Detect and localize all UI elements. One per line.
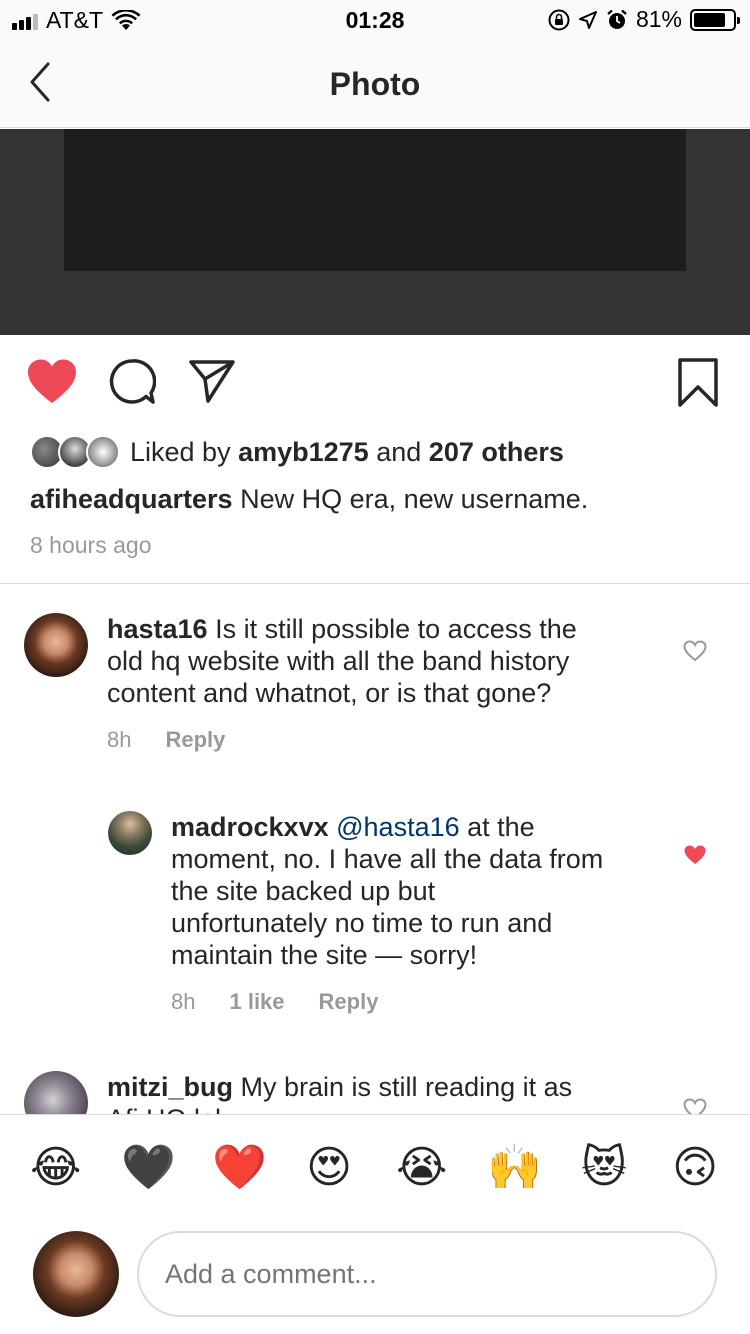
likes-prefix: Liked by — [130, 436, 231, 467]
liker-username[interactable]: amyb1275 — [238, 437, 369, 468]
post-caption: afiheadquarters New HQ era, new username… — [30, 484, 588, 515]
reply-comment-item: madrockxvx @hasta16 at the moment, no. I… — [0, 792, 750, 1042]
emoji-raising-hands-button[interactable]: 🙌 — [487, 1143, 542, 1193]
emoji-upside-down-button[interactable]: 🙃 — [670, 1143, 720, 1193]
comment-text: mitzi_bug My brain is still reading it a… — [107, 1072, 573, 1114]
reply-button[interactable]: Reply — [319, 989, 379, 1015]
location-arrow-icon — [578, 10, 597, 29]
comment-item: hasta16 Is it still possible to access t… — [0, 584, 750, 784]
comment-meta: 8h 1 like Reply — [171, 989, 412, 1015]
comment-likes-link[interactable]: 1 like — [229, 989, 284, 1015]
emoji-quick-bar: 😂 🖤 ❤️ 😍 😭 🙌 😻 🙃 — [0, 1114, 750, 1222]
battery-percent: 81% — [635, 6, 682, 32]
emoji-black-heart-button[interactable]: 🖤 — [121, 1143, 176, 1193]
heart-filled-icon[interactable] — [26, 358, 78, 406]
comment-meta: 8h Reply — [107, 727, 259, 753]
post-photo[interactable] — [0, 129, 750, 335]
caption-username[interactable]: afiheadquarters — [30, 484, 233, 514]
commenter-avatar[interactable] — [24, 1071, 88, 1114]
heart-outline-icon[interactable] — [683, 640, 707, 662]
current-user-avatar — [33, 1231, 119, 1317]
liker-avatars — [30, 432, 120, 472]
comment-username[interactable]: madrockxvx — [171, 812, 329, 842]
post-actions — [0, 352, 750, 416]
alarm-icon — [607, 9, 627, 29]
page-title: Photo — [329, 66, 421, 102]
comment-username[interactable]: hasta16 — [107, 614, 208, 644]
mention-link[interactable]: @hasta16 — [336, 812, 460, 842]
emoji-heart-eyes-cat-button[interactable]: 😻 — [579, 1143, 629, 1193]
comment-item: mitzi_bug My brain is still reading it a… — [0, 1054, 750, 1114]
comment-icon[interactable] — [108, 358, 156, 406]
bookmark-icon[interactable] — [677, 358, 719, 408]
comments-list: hasta16 Is it still possible to access t… — [0, 584, 750, 1114]
comment-time: 8h — [107, 727, 132, 752]
heart-filled-icon[interactable] — [683, 844, 707, 866]
post-timestamp: 8 hours ago — [30, 532, 152, 558]
comment-text: hasta16 Is it still possible to access t… — [107, 614, 577, 708]
emoji-red-heart-button[interactable]: ❤️ — [212, 1143, 267, 1193]
comment-time: 8h — [171, 989, 196, 1014]
comment-text: madrockxvx @hasta16 at the moment, no. I… — [171, 812, 604, 970]
likes-summary[interactable]: Liked by amyb1275 and 207 others — [30, 430, 564, 474]
liker-avatar — [86, 435, 120, 469]
emoji-crying-button[interactable]: 😭 — [396, 1143, 447, 1193]
battery-icon — [690, 8, 740, 31]
caption-text: New HQ era, new username. — [240, 484, 589, 514]
commenter-avatar[interactable] — [24, 613, 88, 677]
status-bar: AT&T 01:28 81% — [0, 0, 750, 40]
share-paper-plane-icon[interactable] — [188, 358, 236, 404]
commenter-avatar[interactable] — [108, 811, 152, 855]
comment-input[interactable] — [137, 1231, 717, 1317]
likes-others-link[interactable]: 207 others — [429, 437, 564, 468]
heart-outline-icon[interactable] — [683, 1098, 707, 1114]
likes-joiner: and — [376, 436, 422, 467]
emoji-heart-eyes-button[interactable]: 😍 — [304, 1143, 354, 1193]
emoji-tears-of-joy-button[interactable]: 😂 — [30, 1143, 81, 1193]
photo-content — [64, 129, 686, 271]
comment-username[interactable]: mitzi_bug — [107, 1072, 233, 1102]
navigation-bar: Photo — [0, 40, 750, 128]
comment-composer — [0, 1222, 750, 1334]
reply-button[interactable]: Reply — [165, 727, 225, 753]
orientation-lock-icon — [548, 9, 570, 30]
